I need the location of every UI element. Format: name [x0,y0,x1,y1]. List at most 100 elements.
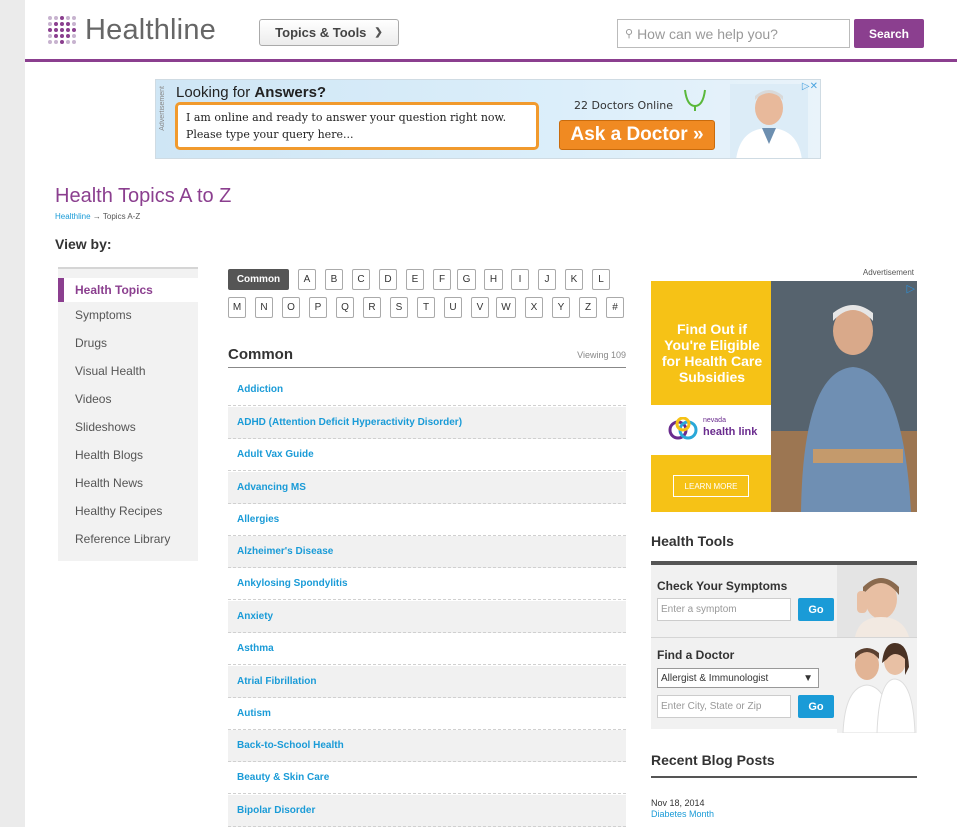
blog-post-link[interactable]: Diabetes Month [651,809,714,819]
specialty-select[interactable]: Allergist & Immunologist ▼ [657,668,819,688]
topic-link[interactable]: Atrial Fibrillation [228,666,626,698]
breadcrumb-home-link[interactable]: Healthline [55,212,91,221]
letter-f[interactable]: F [433,269,451,290]
logo-dots-icon [47,15,77,45]
ad-brand-panel: nevada health link [651,405,771,455]
letter-t[interactable]: T [417,297,435,318]
letter-c[interactable]: C [352,269,370,290]
topic-list-header: Common Viewing 109 [228,346,626,368]
sidebar-item-symptoms[interactable]: Symptoms [58,303,198,327]
doctor-go-button[interactable]: Go [798,695,834,718]
letter-e[interactable]: E [406,269,424,290]
letter-p[interactable]: P [309,297,327,318]
health-tools-box: Check Your Symptoms Enter a symptom Go F… [651,561,917,733]
letter-hash[interactable]: # [606,297,624,318]
site-header: Healthline Topics & Tools ❯ ⚲ How can we… [25,0,957,62]
topic-link[interactable]: Autism [228,698,626,730]
letter-v[interactable]: V [471,297,489,318]
topics-tools-label: Topics & Tools [275,25,367,40]
letter-o[interactable]: O [282,297,300,318]
page: Healthline Topics & Tools ❯ ⚲ How can we… [25,0,957,827]
topic-link[interactable]: Beauty & Skin Care [228,762,626,794]
topics-tools-button[interactable]: Topics & Tools ❯ [259,19,399,46]
topic-link[interactable]: Addiction [228,374,626,406]
letter-n[interactable]: N [255,297,273,318]
topic-link[interactable]: Bipolar Disorder [228,795,626,827]
letter-g[interactable]: G [457,269,476,290]
letter-q[interactable]: Q [336,297,354,318]
learn-more-button[interactable]: LEARN MORE [673,475,749,497]
find-doctor-label: Find a Doctor [657,648,735,662]
sidebar-item-visual-health[interactable]: Visual Health [58,359,198,383]
check-symptoms-label: Check Your Symptoms [657,579,788,593]
logo-text: Healthline [85,13,216,46]
doctor-photo [730,84,808,158]
letter-m[interactable]: M [228,297,246,318]
letter-w[interactable]: W [496,297,516,318]
letter-u[interactable]: U [444,297,462,318]
ask-doctor-ad-banner[interactable]: Advertisement Looking for Answers? I am … [155,79,821,159]
advertisement-tag: Advertisement [862,268,914,277]
topic-list-title: Common [228,346,293,363]
letter-y[interactable]: Y [552,297,570,318]
healthline-logo[interactable]: Healthline [47,12,216,48]
search-input[interactable]: ⚲ How can we help you? [617,19,850,48]
health-link-logo-icon [668,417,698,440]
search-button[interactable]: Search [854,19,924,48]
letter-h[interactable]: H [484,269,503,290]
sidebar-item-reference-library[interactable]: Reference Library [58,527,198,551]
topic-link[interactable]: Asthma [228,633,626,665]
topic-link[interactable]: ADHD (Attention Deficit Hyperactivity Di… [228,407,626,439]
view-by-sidebar: Health Topics Symptoms Drugs Visual Heal… [58,267,198,561]
letter-x[interactable]: X [525,297,543,318]
sidebar-item-health-blogs[interactable]: Health Blogs [58,443,198,467]
letter-l[interactable]: L [592,269,610,290]
sidebar-item-drugs[interactable]: Drugs [58,331,198,355]
breadcrumb-current: Topics A-Z [102,212,141,221]
ad-headline: Find Out if You're Eligible for Health C… [661,321,763,385]
letter-common[interactable]: Common [228,269,289,290]
symptom-go-button[interactable]: Go [798,598,834,621]
sidebar-item-slideshows[interactable]: Slideshows [58,415,198,439]
letter-z[interactable]: Z [579,297,597,318]
ad-question-box[interactable]: I am online and ready to answer your que… [175,102,539,150]
topic-link[interactable]: Anxiety [228,601,626,633]
headache-woman-photo [837,565,917,637]
topic-link[interactable]: Alzheimer's Disease [228,536,626,568]
ad-close-icon[interactable]: ▷✕ [802,81,818,92]
letter-a[interactable]: A [298,269,316,290]
sidebar-item-videos[interactable]: Videos [58,387,198,411]
topic-link[interactable]: Adult Vax Guide [228,439,626,471]
letter-b[interactable]: B [325,269,343,290]
sidebar-item-health-news[interactable]: Health News [58,471,198,495]
symptom-input[interactable]: Enter a symptom [657,598,791,621]
topic-link[interactable]: Allergies [228,504,626,536]
advertisement-tag: Advertisement [159,86,166,131]
stethoscope-icon [684,89,706,111]
location-input[interactable]: Enter City, State or Zip [657,695,791,718]
ask-a-doctor-button[interactable]: Ask a Doctor » [559,120,715,150]
ad-title-prefix: Looking for [176,84,255,101]
blog-post-date: Nov 18, 2014 [651,798,705,808]
letter-s[interactable]: S [390,297,408,318]
topic-link[interactable]: Advancing MS [228,472,626,504]
search-icon: ⚲ [625,28,634,40]
search-placeholder: How can we help you? [637,25,778,42]
health-tools-title: Health Tools [651,533,734,549]
doctors-photo [837,639,917,733]
ad-brand: health link [703,426,758,438]
chevron-down-icon: ❯ [374,27,383,38]
letter-k[interactable]: K [565,269,583,290]
topic-link[interactable]: Ankylosing Spondylitis [228,568,626,600]
ad-choices-icon[interactable]: ▷ [907,282,915,295]
letter-j[interactable]: J [538,269,556,290]
specialty-selected: Allergist & Immunologist [661,672,769,684]
letter-d[interactable]: D [379,269,397,290]
topic-link[interactable]: Back-to-School Health [228,730,626,762]
health-link-ad[interactable]: Advertisement Find Out if You're Eligibl… [651,268,917,512]
letter-r[interactable]: R [363,297,381,318]
blog-rule [651,776,917,778]
letter-i[interactable]: I [511,269,529,290]
sidebar-item-health-topics[interactable]: Health Topics [58,278,198,302]
sidebar-item-healthy-recipes[interactable]: Healthy Recipes [58,499,198,523]
